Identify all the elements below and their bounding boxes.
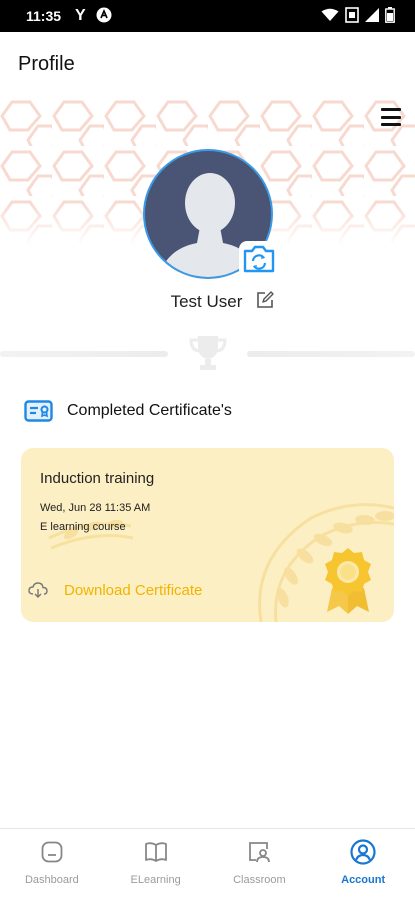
camera-icon	[243, 245, 275, 273]
nav-classroom-label: Classroom	[233, 874, 286, 886]
wifi-icon	[321, 8, 339, 25]
edit-icon	[257, 290, 275, 308]
download-certificate-label: Download Certificate	[64, 581, 203, 599]
nav-elearning-label: ELearning	[130, 874, 181, 886]
dashboard-icon	[39, 839, 65, 865]
yahoo-icon: Y	[75, 7, 86, 24]
app-notification-icon	[96, 7, 112, 26]
certificates-section-title: Completed Certificate's	[67, 402, 232, 419]
menu-button[interactable]	[381, 108, 401, 126]
page-title: Profile	[18, 52, 75, 75]
trophy-icon	[189, 336, 227, 370]
signal-icon	[365, 7, 379, 25]
certificate-type: E learning course	[40, 521, 126, 533]
certificate-title: Induction training	[40, 470, 155, 487]
sim-icon	[345, 6, 359, 26]
certificates-section-header: Completed Certificate's	[24, 398, 232, 424]
profile-banner: Test User	[0, 96, 415, 348]
certificate-icon	[24, 400, 53, 422]
nav-elearning[interactable]: ELearning	[104, 829, 208, 900]
nav-account-label: Account	[341, 874, 386, 886]
certificate-card[interactable]: Induction training Wed, Jun 28 11:35 AM …	[21, 448, 394, 622]
edit-name-button[interactable]	[256, 290, 275, 314]
user-row: Test User	[0, 290, 415, 314]
book-icon	[143, 839, 169, 865]
menu-icon	[381, 108, 401, 111]
award-badge-icon	[325, 548, 371, 614]
change-photo-button[interactable]	[239, 241, 279, 277]
nav-account[interactable]: Account	[311, 829, 415, 900]
battery-icon	[385, 6, 395, 26]
account-icon	[350, 839, 376, 865]
status-time: 11:35	[26, 8, 62, 24]
cloud-download-icon	[28, 582, 48, 598]
nav-dashboard[interactable]: Dashboard	[0, 829, 104, 900]
section-divider	[0, 333, 415, 373]
download-certificate-button[interactable]: Download Certificate	[28, 579, 202, 601]
status-bar: 11:35 Y	[0, 0, 415, 32]
nav-dashboard-label: Dashboard	[24, 874, 79, 886]
classroom-icon	[246, 839, 272, 865]
user-name: Test User	[170, 292, 243, 311]
certificate-date: Wed, Jun 28 11:35 AM	[40, 502, 151, 514]
bottom-navigation: Dashboard ELearning Classroom Account	[0, 828, 415, 900]
app-header: Profile	[0, 32, 415, 96]
nav-classroom[interactable]: Classroom	[208, 829, 312, 900]
